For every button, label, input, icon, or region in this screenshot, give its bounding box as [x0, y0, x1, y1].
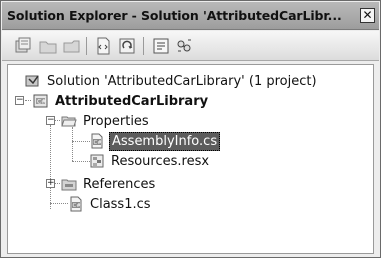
refresh-icon[interactable] — [62, 37, 80, 55]
title-bar[interactable]: Solution Explorer - Solution 'Attributed… — [2, 2, 379, 30]
solution-explorer-window: Solution Explorer - Solution 'Attributed… — [0, 0, 381, 258]
properties-icon[interactable] — [14, 37, 32, 55]
tree-line — [25, 100, 31, 101]
tree-line — [72, 141, 90, 142]
class-view-icon[interactable] — [175, 37, 193, 55]
toolbar-separator — [143, 37, 144, 55]
class1-label: Class1.cs — [90, 196, 151, 212]
csharp-file-icon: C# — [89, 133, 105, 149]
svg-text:C#: C# — [73, 203, 82, 209]
tree-line — [72, 127, 73, 161]
tree-line — [50, 203, 68, 204]
tree-item-project[interactable]: C# AttributedCarLibrary — [33, 91, 210, 111]
csharp-project-icon: C# — [33, 93, 49, 109]
references-expand-toggle[interactable]: + — [46, 179, 55, 188]
tree-line — [72, 161, 90, 162]
solution-tree[interactable]: Solution 'AttributedCarLibrary' (1 proje… — [7, 64, 374, 254]
folder-open-icon — [61, 113, 77, 129]
tree-item-class1[interactable]: C# Class1.cs — [68, 194, 153, 214]
toolbar — [2, 31, 379, 61]
window-title: Solution Explorer - Solution 'Attributed… — [7, 8, 342, 23]
svg-text:C#: C# — [94, 140, 103, 146]
svg-text:C#: C# — [37, 99, 46, 106]
view-designer-icon[interactable] — [118, 37, 136, 55]
tree-line — [50, 125, 51, 209]
assemblyinfo-label: AssemblyInfo.cs — [109, 131, 221, 151]
tree-item-solution[interactable]: Solution 'AttributedCarLibrary' (1 proje… — [25, 71, 319, 91]
solution-icon — [25, 73, 41, 89]
show-all-files-icon[interactable] — [39, 37, 57, 55]
project-label: AttributedCarLibrary — [55, 93, 209, 109]
resources-label: Resources.resx — [111, 153, 210, 169]
close-button[interactable]: ✕ — [360, 8, 375, 23]
properties-collapse-toggle[interactable]: − — [46, 116, 55, 125]
csharp-file-icon: C# — [68, 196, 84, 212]
properties-label: Properties — [83, 113, 149, 129]
references-folder-icon — [61, 176, 77, 192]
resource-file-icon — [89, 153, 105, 169]
references-label: References — [83, 176, 156, 192]
view-class-diagram-icon[interactable] — [152, 37, 170, 55]
toolbar-separator — [86, 37, 87, 55]
solution-label: Solution 'AttributedCarLibrary' (1 proje… — [47, 73, 317, 89]
project-collapse-toggle[interactable]: − — [15, 96, 24, 105]
tree-item-references[interactable]: References — [61, 174, 157, 194]
tree-item-properties[interactable]: Properties — [61, 111, 151, 131]
tree-item-assemblyinfo[interactable]: C# AssemblyInfo.cs — [89, 131, 221, 151]
view-code-icon[interactable] — [94, 37, 112, 55]
tree-item-resources[interactable]: Resources.resx — [89, 151, 211, 171]
